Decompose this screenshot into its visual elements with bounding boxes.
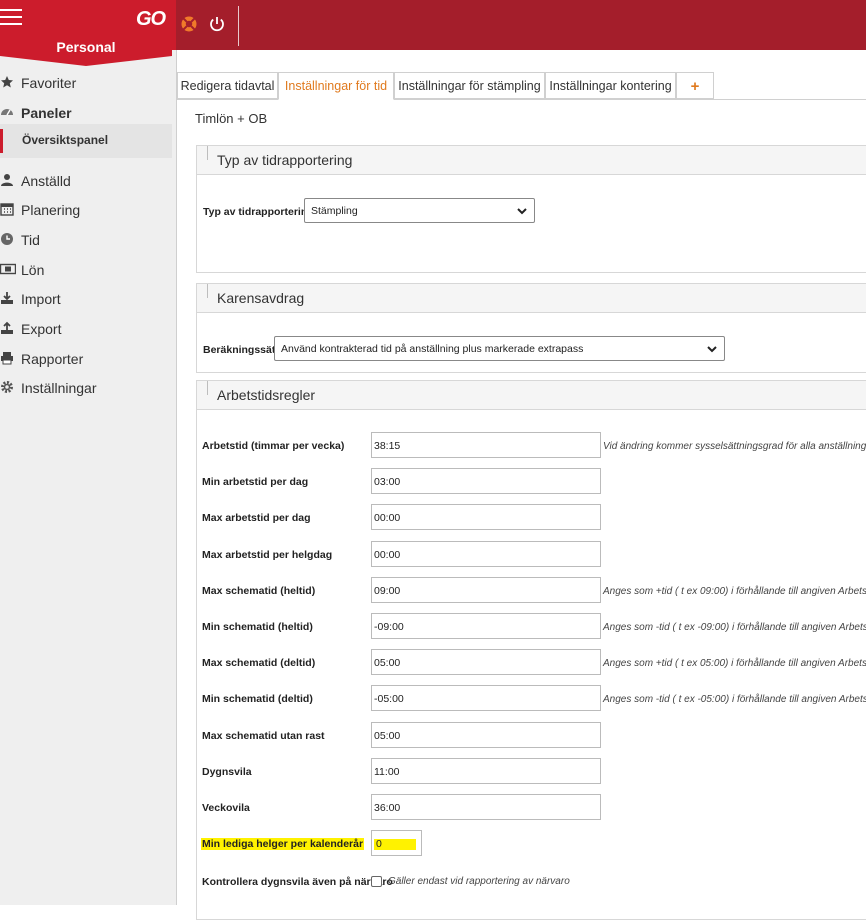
tab-redigera-tidavtal[interactable]: Redigera tidavtal <box>177 72 278 99</box>
sidebar-item-label: Favoriter <box>21 75 77 91</box>
weekly-rest-input[interactable]: 36:00 <box>371 794 601 820</box>
panel-title: Karensavdrag <box>217 290 305 306</box>
field-label: Max arbetstid per dag <box>202 512 311 524</box>
brand-label: Personal <box>56 39 116 55</box>
import-icon <box>0 291 14 308</box>
field-label: Max schematid utan rast <box>202 730 325 742</box>
lifebuoy-icon[interactable] <box>180 15 198 33</box>
min-schedule-fulltime-input[interactable]: -09:00 <box>371 613 601 639</box>
field-label: Min schematid (heltid) <box>202 621 313 633</box>
calendar-icon <box>0 202 14 219</box>
tab-installningar-kontering[interactable]: Inställningar kontering <box>545 72 676 99</box>
sidebar-item-lon[interactable]: Lön <box>0 256 44 284</box>
weekly-hours-input[interactable]: 38:15 <box>371 432 601 458</box>
sidebar-item-label: Översiktspanel <box>22 133 109 147</box>
sidebar-item-favoriter[interactable]: Favoriter <box>0 69 76 97</box>
sidebar-item-tid[interactable]: Tid <box>0 226 40 254</box>
check-rest-checkbox[interactable] <box>371 876 382 887</box>
gear-icon <box>0 380 14 397</box>
tab-installningar-for-tid[interactable]: Inställningar för tid <box>278 72 394 100</box>
sidebar-item-label: Export <box>21 321 62 337</box>
sidebar-item-label: Tid <box>21 232 40 248</box>
report-type-select[interactable]: Stämpling <box>304 198 535 223</box>
max-daily-hours-input[interactable]: 00:00 <box>371 504 601 530</box>
max-schedule-parttime-input[interactable]: 05:00 <box>371 649 601 675</box>
field-label: Min schematid (deltid) <box>202 693 313 705</box>
header-tick <box>207 381 208 395</box>
field-label: Min lediga helger per kalenderår <box>201 838 365 850</box>
print-icon <box>0 351 14 368</box>
sidebar-item-label: Lön <box>21 262 45 278</box>
sidebar-item-planering[interactable]: Planering <box>0 196 80 224</box>
sidebar-item-label: Anställd <box>21 173 71 189</box>
field-label: Min arbetstid per dag <box>202 476 309 488</box>
field-label: Dygnsvila <box>202 766 252 778</box>
power-icon[interactable] <box>208 15 226 33</box>
field-label: Veckovila <box>202 802 250 814</box>
tab-installningar-for-stampling[interactable]: Inställningar för stämpling <box>394 72 545 99</box>
clock-icon <box>0 232 14 249</box>
field-hint: Anges som -tid ( t ex -09:00) i förhålla… <box>603 622 866 633</box>
panel-header: Typ av tidrapportering <box>197 146 866 175</box>
sidebar-item-rapporter[interactable]: Rapporter <box>0 345 83 373</box>
calculation-method-select[interactable]: Använd kontrakterad tid på anställning p… <box>274 336 725 361</box>
field-label: Typ av tidrapportering <box>203 206 314 218</box>
active-indicator <box>0 129 3 153</box>
select-value: Stämpling <box>311 205 358 217</box>
field-label: Beräkningssätt <box>203 344 279 356</box>
export-icon <box>0 321 14 338</box>
add-tab-button[interactable]: + <box>676 72 714 99</box>
chevron-down-icon <box>517 208 527 215</box>
field-label: Arbetstid (timmar per vecka) <box>202 440 345 452</box>
go-logo: GO <box>136 8 166 30</box>
sidebar-item-label: Inställningar <box>21 380 97 396</box>
checkbox-label: Gäller endast vid rapportering av närvar… <box>388 876 570 887</box>
sidebar: Favoriter Paneler Översiktspanel Anställ… <box>0 50 177 905</box>
sidebar-item-label: Import <box>21 291 61 307</box>
panel-title: Typ av tidrapportering <box>217 152 353 168</box>
menu-icon[interactable] <box>0 9 24 29</box>
min-daily-hours-input[interactable]: 03:00 <box>371 468 601 494</box>
money-icon <box>0 262 17 278</box>
sidebar-item-paneler[interactable]: Paneler <box>0 99 72 127</box>
sidebar-item-import[interactable]: Import <box>0 285 61 313</box>
person-icon <box>0 173 14 190</box>
panel-karensavdrag: Karensavdrag Beräkningssätt Använd kontr… <box>196 283 866 373</box>
daily-rest-input[interactable]: 11:00 <box>371 758 601 784</box>
sidebar-item-export[interactable]: Export <box>0 315 61 343</box>
chevron-down-icon <box>707 346 717 353</box>
field-hint: Vid ändring kommer sysselsättningsgrad f… <box>603 441 866 452</box>
input-value: 0 <box>374 839 416 850</box>
field-label: Max schematid (deltid) <box>202 657 316 669</box>
panel-header: Karensavdrag <box>197 284 866 313</box>
dashboard-icon <box>0 105 14 122</box>
panel-title: Arbetstidsregler <box>217 387 316 403</box>
panel-report-type: Typ av tidrapportering Typ av tidrapport… <box>196 145 866 273</box>
topbar-divider <box>238 6 239 46</box>
sidebar-item-label: Rapporter <box>21 351 84 367</box>
header-tick <box>207 146 208 160</box>
field-hint: Anges som +tid ( t ex 05:00) i förhållan… <box>603 658 866 669</box>
max-schedule-fulltime-input[interactable]: 09:00 <box>371 577 601 603</box>
field-hint: Anges som -tid ( t ex -05:00) i förhålla… <box>603 694 866 705</box>
min-schedule-parttime-input[interactable]: -05:00 <box>371 685 601 711</box>
sidebar-item-anstalld[interactable]: Anställd <box>0 167 71 195</box>
brand-header: GO Personal <box>0 0 176 66</box>
star-icon <box>0 75 14 92</box>
sidebar-item-installningar[interactable]: Inställningar <box>0 374 97 402</box>
field-label: Max schematid (heltid) <box>202 585 316 597</box>
min-free-weekends-input[interactable]: 0 <box>371 830 422 856</box>
max-schedule-no-break-input[interactable]: 05:00 <box>371 722 601 748</box>
page-subtitle: Timlön + OB <box>195 111 268 126</box>
field-label: Kontrollera dygnsvila även på närvaro <box>202 876 393 888</box>
select-value: Använd kontrakterad tid på anställning p… <box>281 343 584 355</box>
panel-header: Arbetstidsregler <box>197 381 866 410</box>
max-holiday-hours-input[interactable]: 00:00 <box>371 541 601 567</box>
header-tick <box>207 284 208 298</box>
sidebar-item-label: Paneler <box>21 105 72 121</box>
field-hint: Anges som +tid ( t ex 09:00) i förhållan… <box>603 586 866 597</box>
field-label: Max arbetstid per helgdag <box>202 549 333 561</box>
sidebar-item-label: Planering <box>21 202 81 218</box>
sidebar-item-oversiktspanel[interactable]: Översiktspanel <box>0 124 172 158</box>
